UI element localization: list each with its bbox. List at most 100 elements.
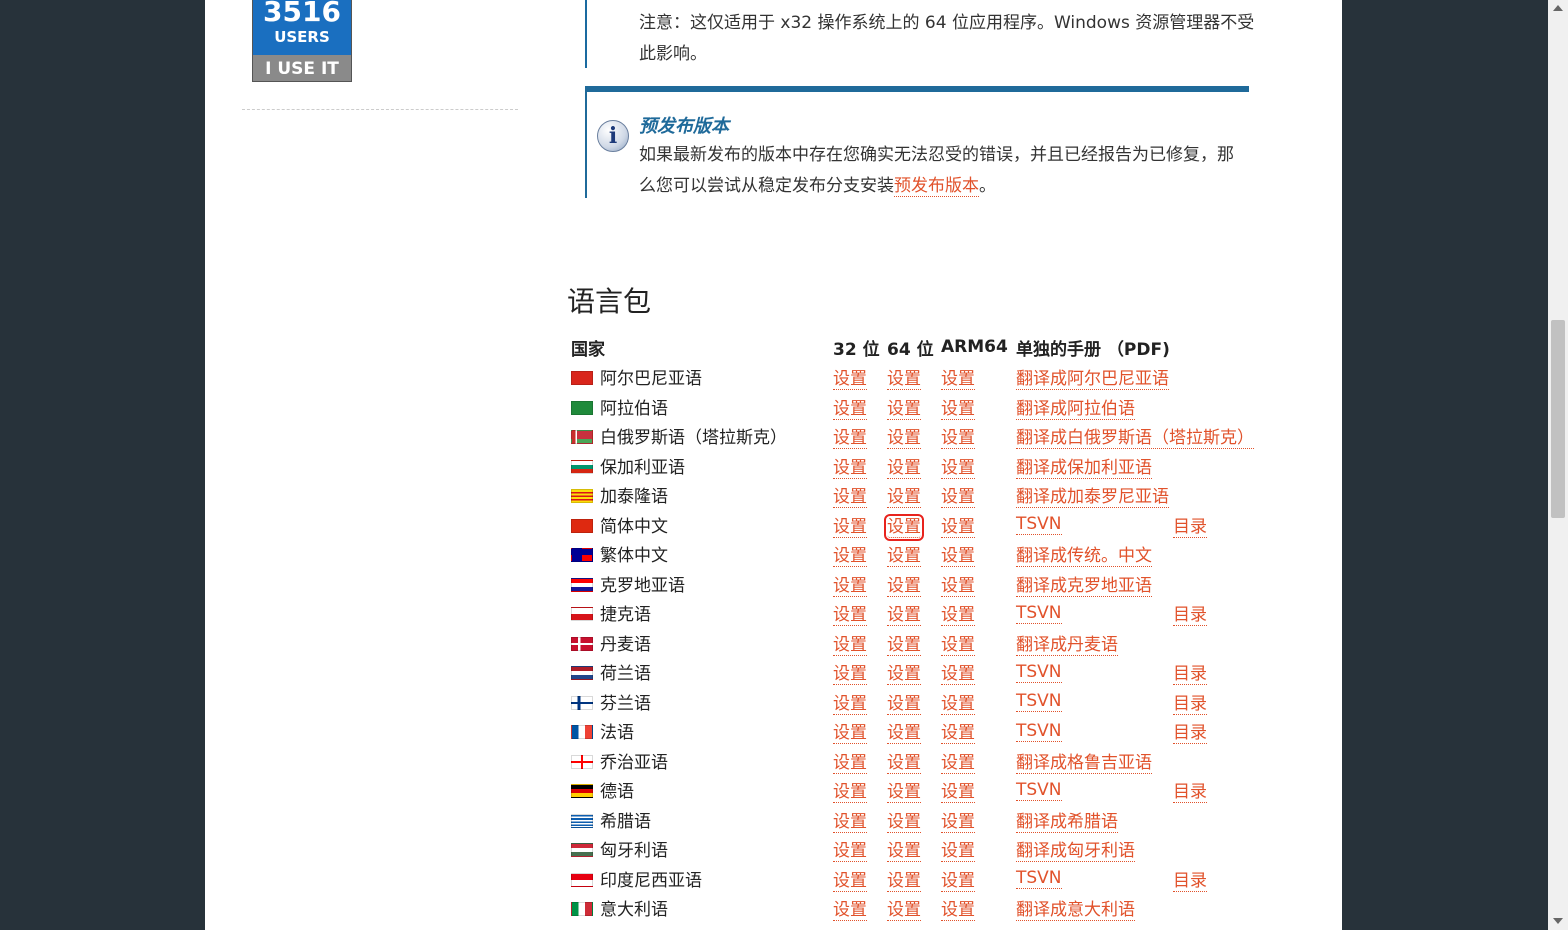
setup-arm64-link[interactable]: 设置 bbox=[941, 516, 975, 538]
manual-link[interactable]: TSVN bbox=[1016, 602, 1062, 624]
setup-arm64-link[interactable]: 设置 bbox=[941, 487, 975, 509]
setup-arm64-link[interactable]: 设置 bbox=[941, 369, 975, 391]
setup-64bit-link[interactable]: 设置 bbox=[887, 634, 921, 656]
manual-link[interactable]: TSVN bbox=[1016, 868, 1062, 890]
setup-arm64-link[interactable]: 设置 bbox=[941, 428, 975, 450]
setup-arm64-link[interactable]: 设置 bbox=[941, 664, 975, 686]
manual-link[interactable]: 翻译成阿拉伯语 bbox=[1016, 398, 1135, 420]
manual-link[interactable]: 翻译成格鲁吉亚语 bbox=[1016, 752, 1152, 774]
setup-32bit-link[interactable]: 设置 bbox=[833, 398, 867, 420]
setup-arm64-link[interactable]: 设置 bbox=[941, 575, 975, 597]
setup-64bit-link[interactable]: 设置 bbox=[887, 605, 921, 627]
manual-link[interactable]: 翻译成保加利亚语 bbox=[1016, 457, 1152, 479]
scroll-thumb[interactable] bbox=[1551, 320, 1565, 518]
manual-link[interactable]: 翻译成白俄罗斯语（塔拉斯克） bbox=[1016, 428, 1254, 450]
setup-32bit-link[interactable]: 设置 bbox=[833, 752, 867, 774]
manual-pdf-link[interactable]: 目录 bbox=[1173, 870, 1207, 892]
setup-arm64-link[interactable]: 设置 bbox=[941, 605, 975, 627]
manual-link[interactable]: 翻译成希腊语 bbox=[1016, 811, 1118, 833]
i-use-it-button[interactable]: I USE IT bbox=[253, 55, 351, 81]
manual-pdf-link[interactable]: 目录 bbox=[1173, 605, 1207, 627]
setup-64bit-link[interactable]: 设置 bbox=[887, 487, 921, 509]
manual-pdf-link[interactable]: 目录 bbox=[1173, 723, 1207, 745]
setup-64bit-link[interactable]: 设置 bbox=[887, 782, 921, 804]
manual-link[interactable]: 翻译成克罗地亚语 bbox=[1016, 575, 1152, 597]
setup-32bit-link[interactable]: 设置 bbox=[833, 487, 867, 509]
setup-32bit-link[interactable]: 设置 bbox=[833, 811, 867, 833]
setup-32bit-link[interactable]: 设置 bbox=[833, 693, 867, 715]
setup-32bit-link[interactable]: 设置 bbox=[833, 546, 867, 568]
manual-pdf-link[interactable]: 目录 bbox=[1173, 516, 1207, 538]
setup-arm64-link[interactable]: 设置 bbox=[941, 752, 975, 774]
setup-32bit-link[interactable]: 设置 bbox=[833, 900, 867, 922]
setup-arm64-link[interactable]: 设置 bbox=[941, 870, 975, 892]
setup-arm64-link[interactable]: 设置 bbox=[941, 841, 975, 863]
setup-arm64-link[interactable]: 设置 bbox=[941, 398, 975, 420]
setup-32bit-link[interactable]: 设置 bbox=[833, 664, 867, 686]
setup-arm64-link[interactable]: 设置 bbox=[941, 693, 975, 715]
setup-arm64-link[interactable]: 设置 bbox=[941, 782, 975, 804]
vertical-scrollbar[interactable] bbox=[1548, 0, 1568, 930]
setup-32bit-link[interactable]: 设置 bbox=[833, 516, 867, 538]
manual-link[interactable]: 翻译成传统。中文 bbox=[1016, 546, 1152, 568]
setup-32bit-link[interactable]: 设置 bbox=[833, 605, 867, 627]
setup-arm64-link[interactable]: 设置 bbox=[941, 457, 975, 479]
user-count-badge[interactable]: 3516 USERS I USE IT bbox=[252, 0, 352, 82]
setup-64bit-link-cell: 设置 bbox=[887, 628, 941, 658]
setup-64bit-link[interactable]: 设置 bbox=[887, 428, 921, 450]
manual-link-cell: 翻译成丹麦语 bbox=[1016, 628, 1273, 658]
setup-32bit-link[interactable]: 设置 bbox=[833, 841, 867, 863]
setup-32bit-link-cell: 设置 bbox=[833, 834, 887, 864]
setup-64bit-link[interactable]: 设置 bbox=[887, 811, 921, 833]
manual-link[interactable]: TSVN bbox=[1016, 661, 1062, 683]
setup-64bit-link[interactable]: 设置 bbox=[887, 398, 921, 420]
setup-64bit-link[interactable]: 设置 bbox=[887, 870, 921, 892]
setup-32bit-link-cell: 设置 bbox=[833, 421, 887, 451]
setup-arm64-link[interactable]: 设置 bbox=[941, 900, 975, 922]
manual-link[interactable]: 翻译成加泰罗尼亚语 bbox=[1016, 487, 1169, 509]
manual-link[interactable]: TSVN bbox=[1016, 720, 1062, 742]
setup-32bit-link[interactable]: 设置 bbox=[833, 723, 867, 745]
setup-32bit-link[interactable]: 设置 bbox=[833, 457, 867, 479]
setup-64bit-link[interactable]: 设置 bbox=[887, 693, 921, 715]
setup-64bit-link[interactable]: 设置 bbox=[887, 723, 921, 745]
manual-link[interactable]: 翻译成匈牙利语 bbox=[1016, 841, 1135, 863]
prerelease-link[interactable]: 预发布版本 bbox=[894, 176, 979, 197]
setup-64bit-link[interactable]: 设置 bbox=[884, 513, 924, 541]
manual-pdf-link-cell: 目录 bbox=[1173, 716, 1273, 746]
setup-64bit-link[interactable]: 设置 bbox=[887, 457, 921, 479]
setup-arm64-link[interactable]: 设置 bbox=[941, 634, 975, 656]
language-name: 阿尔巴尼亚语 bbox=[600, 369, 702, 390]
setup-64bit-link[interactable]: 设置 bbox=[887, 369, 921, 391]
manual-link[interactable]: 翻译成意大利语 bbox=[1016, 900, 1135, 922]
setup-64bit-link[interactable]: 设置 bbox=[887, 546, 921, 568]
manual-pdf-link[interactable]: 目录 bbox=[1173, 664, 1207, 686]
setup-arm64-link[interactable]: 设置 bbox=[941, 723, 975, 745]
manual-link[interactable]: TSVN bbox=[1016, 779, 1062, 801]
scroll-down-arrow-icon[interactable] bbox=[1553, 918, 1563, 924]
manual-pdf-link[interactable]: 目录 bbox=[1173, 782, 1207, 804]
setup-32bit-link[interactable]: 设置 bbox=[833, 870, 867, 892]
setup-32bit-link[interactable]: 设置 bbox=[833, 634, 867, 656]
manual-pdf-link-cell: 目录 bbox=[1173, 864, 1273, 894]
setup-32bit-link[interactable]: 设置 bbox=[833, 782, 867, 804]
setup-64bit-link[interactable]: 设置 bbox=[887, 664, 921, 686]
scroll-up-arrow-icon[interactable] bbox=[1553, 5, 1563, 11]
setup-32bit-link[interactable]: 设置 bbox=[833, 575, 867, 597]
setup-arm64-link[interactable]: 设置 bbox=[941, 811, 975, 833]
manual-pdf-link[interactable]: 目录 bbox=[1173, 693, 1207, 715]
setup-64bit-link-cell: 设置 bbox=[887, 451, 941, 481]
manual-link[interactable]: 翻译成阿尔巴尼亚语 bbox=[1016, 369, 1169, 391]
setup-64bit-link[interactable]: 设置 bbox=[887, 841, 921, 863]
manual-link[interactable]: TSVN bbox=[1016, 514, 1062, 536]
manual-link[interactable]: 翻译成丹麦语 bbox=[1016, 634, 1118, 656]
setup-64bit-link[interactable]: 设置 bbox=[887, 575, 921, 597]
setup-64bit-link[interactable]: 设置 bbox=[887, 752, 921, 774]
setup-arm64-link[interactable]: 设置 bbox=[941, 546, 975, 568]
language-name: 意大利语 bbox=[600, 900, 668, 921]
setup-32bit-link[interactable]: 设置 bbox=[833, 369, 867, 391]
setup-32bit-link[interactable]: 设置 bbox=[833, 428, 867, 450]
setup-64bit-link[interactable]: 设置 bbox=[887, 900, 921, 922]
manual-link[interactable]: TSVN bbox=[1016, 691, 1062, 713]
flag-indonesia-icon bbox=[571, 872, 593, 887]
